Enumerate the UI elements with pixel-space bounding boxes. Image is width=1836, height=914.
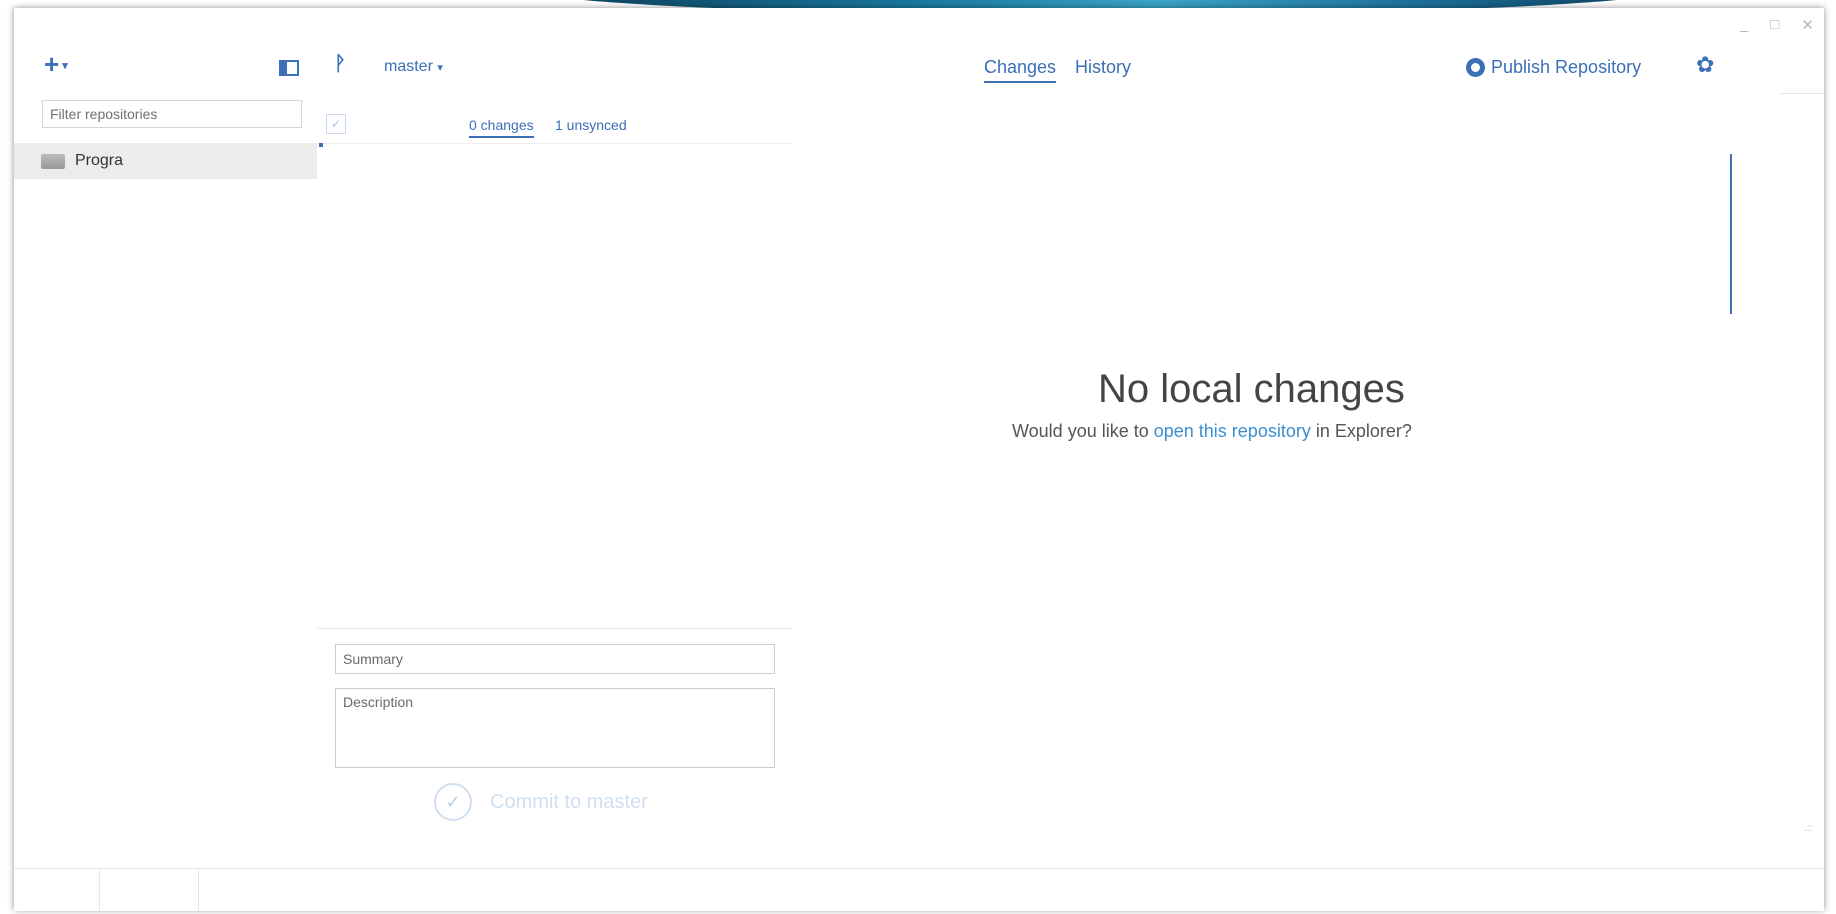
tab-unsynced-count[interactable]: 1 unsynced (555, 117, 627, 133)
computer-icon (41, 153, 65, 169)
status-segment (100, 869, 199, 911)
selection-marker (319, 143, 323, 147)
status-bar (14, 868, 1824, 911)
divider (317, 628, 792, 629)
repository-list-item[interactable]: Progra (14, 143, 317, 179)
plus-icon: + (44, 49, 60, 79)
filter-repositories-input[interactable] (42, 100, 302, 128)
divider (1780, 93, 1824, 94)
tab-changes-count[interactable]: 0 changes (469, 117, 534, 138)
publish-label: Publish Repository (1491, 57, 1642, 77)
prompt-text-after: in Explorer? (1310, 421, 1412, 441)
branch-label: master (384, 58, 433, 75)
open-in-explorer-link[interactable]: open this repository (1154, 421, 1311, 441)
window-controls: _ □ ✕ (1740, 16, 1814, 34)
tab-changes[interactable]: Changes (984, 57, 1057, 83)
publish-repository-button[interactable]: Publish Repository (1466, 57, 1641, 78)
select-all-checkbox[interactable]: ✓ (326, 114, 346, 134)
branch-icon: ᚹ (334, 53, 346, 75)
tab-history[interactable]: History (1075, 57, 1131, 78)
branch-selector[interactable]: master ▾ (384, 58, 443, 76)
close-button[interactable]: ✕ (1801, 16, 1814, 34)
prompt-text-before: Would you like to (1012, 421, 1154, 441)
gear-icon[interactable]: ✿ (1696, 52, 1714, 78)
commit-button[interactable]: ✓ Commit to master (434, 783, 648, 821)
add-repository-button[interactable]: + ▾ (44, 51, 68, 77)
repository-sidebar: +▾ Progra (14, 8, 317, 868)
repository-label: Progra (75, 152, 124, 169)
commit-button-label: Commit to master (490, 790, 648, 813)
check-circle-icon: ✓ (434, 783, 472, 821)
divider (317, 143, 792, 144)
caret-down-icon: ▾ (62, 60, 68, 73)
scrollbar[interactable] (1730, 154, 1732, 314)
empty-state-title: No local changes (1098, 367, 1405, 411)
caret-down-icon: ▾ (437, 62, 443, 74)
minimize-button[interactable]: _ (1740, 16, 1748, 34)
commit-description-input[interactable] (335, 688, 775, 768)
commit-summary-input[interactable] (335, 644, 775, 674)
resize-grip-icon[interactable]: .:: (1804, 823, 1812, 834)
github-icon (1466, 58, 1485, 77)
empty-state-prompt: Would you like to open this repository i… (1012, 421, 1412, 442)
sidebar-toggle-icon[interactable] (279, 60, 299, 76)
maximize-button[interactable]: □ (1770, 16, 1779, 34)
app-window: _ □ ✕ +▾ Progra ᚹ master ▾ ✓ 0 changes 1… (14, 8, 1824, 911)
status-segment (14, 869, 100, 911)
